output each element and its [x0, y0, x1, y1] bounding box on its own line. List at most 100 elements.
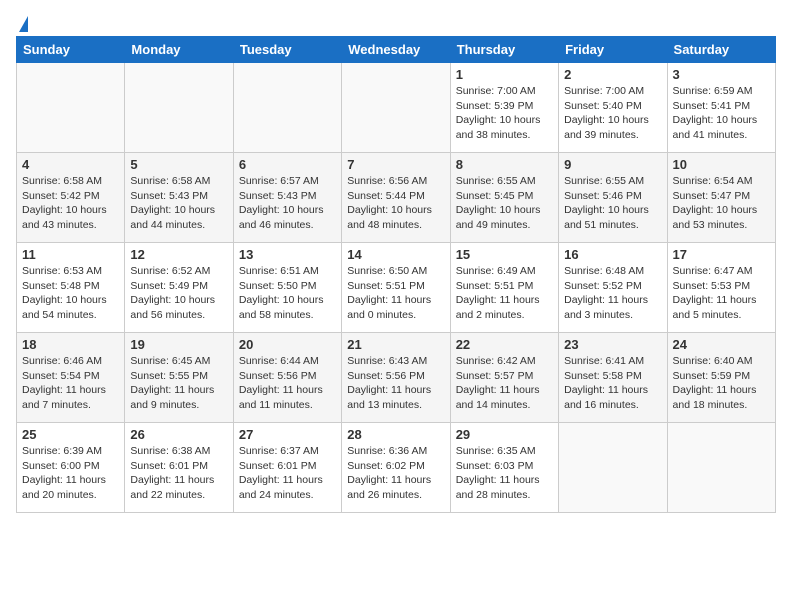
- day-number: 9: [564, 157, 661, 172]
- day-info: Sunrise: 7:00 AM Sunset: 5:40 PM Dayligh…: [564, 84, 661, 143]
- weekday-header: Thursday: [450, 37, 558, 63]
- day-info: Sunrise: 6:39 AM Sunset: 6:00 PM Dayligh…: [22, 444, 119, 503]
- day-number: 12: [130, 247, 227, 262]
- day-info: Sunrise: 6:51 AM Sunset: 5:50 PM Dayligh…: [239, 264, 336, 323]
- calendar-cell: 28 Sunrise: 6:36 AM Sunset: 6:02 PM Dayli…: [342, 423, 450, 513]
- calendar-week-row: 1 Sunrise: 7:00 AM Sunset: 5:39 PM Daylig…: [17, 63, 776, 153]
- calendar-cell: 17 Sunrise: 6:47 AM Sunset: 5:53 PM Dayli…: [667, 243, 775, 333]
- calendar-header-row: SundayMondayTuesdayWednesdayThursdayFrid…: [17, 37, 776, 63]
- day-number: 4: [22, 157, 119, 172]
- calendar-cell: 19 Sunrise: 6:45 AM Sunset: 5:55 PM Dayli…: [125, 333, 233, 423]
- weekday-header: Sunday: [17, 37, 125, 63]
- day-number: 6: [239, 157, 336, 172]
- calendar-cell: 11 Sunrise: 6:53 AM Sunset: 5:48 PM Dayli…: [17, 243, 125, 333]
- day-number: 29: [456, 427, 553, 442]
- day-number: 3: [673, 67, 770, 82]
- day-info: Sunrise: 6:35 AM Sunset: 6:03 PM Dayligh…: [456, 444, 553, 503]
- calendar-cell: 29 Sunrise: 6:35 AM Sunset: 6:03 PM Dayli…: [450, 423, 558, 513]
- day-info: Sunrise: 7:00 AM Sunset: 5:39 PM Dayligh…: [456, 84, 553, 143]
- calendar-week-row: 4 Sunrise: 6:58 AM Sunset: 5:42 PM Daylig…: [17, 153, 776, 243]
- day-info: Sunrise: 6:58 AM Sunset: 5:42 PM Dayligh…: [22, 174, 119, 233]
- day-info: Sunrise: 6:44 AM Sunset: 5:56 PM Dayligh…: [239, 354, 336, 413]
- day-info: Sunrise: 6:58 AM Sunset: 5:43 PM Dayligh…: [130, 174, 227, 233]
- day-info: Sunrise: 6:55 AM Sunset: 5:45 PM Dayligh…: [456, 174, 553, 233]
- day-number: 24: [673, 337, 770, 352]
- day-number: 10: [673, 157, 770, 172]
- calendar-week-row: 11 Sunrise: 6:53 AM Sunset: 5:48 PM Dayli…: [17, 243, 776, 333]
- calendar-table: SundayMondayTuesdayWednesdayThursdayFrid…: [16, 36, 776, 513]
- calendar-cell: 2 Sunrise: 7:00 AM Sunset: 5:40 PM Daylig…: [559, 63, 667, 153]
- calendar-cell: 8 Sunrise: 6:55 AM Sunset: 5:45 PM Daylig…: [450, 153, 558, 243]
- day-info: Sunrise: 6:37 AM Sunset: 6:01 PM Dayligh…: [239, 444, 336, 503]
- day-number: 14: [347, 247, 444, 262]
- day-info: Sunrise: 6:59 AM Sunset: 5:41 PM Dayligh…: [673, 84, 770, 143]
- calendar-cell: 24 Sunrise: 6:40 AM Sunset: 5:59 PM Dayli…: [667, 333, 775, 423]
- day-number: 26: [130, 427, 227, 442]
- day-number: 11: [22, 247, 119, 262]
- calendar-cell: 5 Sunrise: 6:58 AM Sunset: 5:43 PM Daylig…: [125, 153, 233, 243]
- calendar-cell: 23Sunrise: 6:41 AM Sunset: 5:58 PM Dayli…: [559, 333, 667, 423]
- day-number: 27: [239, 427, 336, 442]
- calendar-cell: 9Sunrise: 6:55 AM Sunset: 5:46 PM Daylig…: [559, 153, 667, 243]
- day-number: 28: [347, 427, 444, 442]
- day-info: Sunrise: 6:53 AM Sunset: 5:48 PM Dayligh…: [22, 264, 119, 323]
- calendar-cell: 14 Sunrise: 6:50 AM Sunset: 5:51 PM Dayli…: [342, 243, 450, 333]
- day-number: 15: [456, 247, 553, 262]
- calendar-cell: [125, 63, 233, 153]
- calendar-cell: [17, 63, 125, 153]
- day-info: Sunrise: 6:47 AM Sunset: 5:53 PM Dayligh…: [673, 264, 770, 323]
- day-number: 19: [130, 337, 227, 352]
- calendar-cell: 22 Sunrise: 6:42 AM Sunset: 5:57 PM Dayli…: [450, 333, 558, 423]
- calendar-cell: 4 Sunrise: 6:58 AM Sunset: 5:42 PM Daylig…: [17, 153, 125, 243]
- calendar-cell: 18 Sunrise: 6:46 AM Sunset: 5:54 PM Dayli…: [17, 333, 125, 423]
- calendar-cell: 12 Sunrise: 6:52 AM Sunset: 5:49 PM Dayli…: [125, 243, 233, 333]
- weekday-header: Saturday: [667, 37, 775, 63]
- calendar-cell: 1 Sunrise: 7:00 AM Sunset: 5:39 PM Daylig…: [450, 63, 558, 153]
- day-info: Sunrise: 6:43 AM Sunset: 5:56 PM Dayligh…: [347, 354, 444, 413]
- calendar-cell: [342, 63, 450, 153]
- day-info: Sunrise: 6:54 AM Sunset: 5:47 PM Dayligh…: [673, 174, 770, 233]
- calendar-cell: 26 Sunrise: 6:38 AM Sunset: 6:01 PM Dayli…: [125, 423, 233, 513]
- day-info: Sunrise: 6:50 AM Sunset: 5:51 PM Dayligh…: [347, 264, 444, 323]
- day-number: 21: [347, 337, 444, 352]
- day-number: 7: [347, 157, 444, 172]
- day-info: Sunrise: 6:45 AM Sunset: 5:55 PM Dayligh…: [130, 354, 227, 413]
- weekday-header: Tuesday: [233, 37, 341, 63]
- calendar-cell: 16 Sunrise: 6:48 AM Sunset: 5:52 PM Dayli…: [559, 243, 667, 333]
- calendar-cell: [559, 423, 667, 513]
- day-info: Sunrise: 6:38 AM Sunset: 6:01 PM Dayligh…: [130, 444, 227, 503]
- calendar-cell: 21 Sunrise: 6:43 AM Sunset: 5:56 PM Dayli…: [342, 333, 450, 423]
- day-info: Sunrise: 6:49 AM Sunset: 5:51 PM Dayligh…: [456, 264, 553, 323]
- day-number: 1: [456, 67, 553, 82]
- day-info: Sunrise: 6:40 AM Sunset: 5:59 PM Dayligh…: [673, 354, 770, 413]
- day-number: 16: [564, 247, 661, 262]
- calendar-cell: 15 Sunrise: 6:49 AM Sunset: 5:51 PM Dayli…: [450, 243, 558, 333]
- day-info: Sunrise: 6:52 AM Sunset: 5:49 PM Dayligh…: [130, 264, 227, 323]
- day-info: Sunrise: 6:46 AM Sunset: 5:54 PM Dayligh…: [22, 354, 119, 413]
- day-number: 20: [239, 337, 336, 352]
- weekday-header: Friday: [559, 37, 667, 63]
- day-number: 2: [564, 67, 661, 82]
- calendar-cell: 3 Sunrise: 6:59 AM Sunset: 5:41 PM Daylig…: [667, 63, 775, 153]
- day-number: 18: [22, 337, 119, 352]
- calendar-cell: 25Sunrise: 6:39 AM Sunset: 6:00 PM Dayli…: [17, 423, 125, 513]
- calendar-cell: [667, 423, 775, 513]
- day-number: 13: [239, 247, 336, 262]
- day-info: Sunrise: 6:42 AM Sunset: 5:57 PM Dayligh…: [456, 354, 553, 413]
- calendar-week-row: 25Sunrise: 6:39 AM Sunset: 6:00 PM Dayli…: [17, 423, 776, 513]
- calendar-cell: 10 Sunrise: 6:54 AM Sunset: 5:47 PM Dayli…: [667, 153, 775, 243]
- calendar-cell: [233, 63, 341, 153]
- day-number: 5: [130, 157, 227, 172]
- day-info: Sunrise: 6:57 AM Sunset: 5:43 PM Dayligh…: [239, 174, 336, 233]
- logo-triangle-icon: [19, 16, 28, 32]
- day-number: 22: [456, 337, 553, 352]
- day-info: Sunrise: 6:48 AM Sunset: 5:52 PM Dayligh…: [564, 264, 661, 323]
- logo: [16, 16, 28, 24]
- day-number: 17: [673, 247, 770, 262]
- calendar-cell: 6 Sunrise: 6:57 AM Sunset: 5:43 PM Daylig…: [233, 153, 341, 243]
- day-info: Sunrise: 6:56 AM Sunset: 5:44 PM Dayligh…: [347, 174, 444, 233]
- calendar-week-row: 18 Sunrise: 6:46 AM Sunset: 5:54 PM Dayli…: [17, 333, 776, 423]
- calendar-cell: 13 Sunrise: 6:51 AM Sunset: 5:50 PM Dayli…: [233, 243, 341, 333]
- day-info: Sunrise: 6:36 AM Sunset: 6:02 PM Dayligh…: [347, 444, 444, 503]
- day-number: 8: [456, 157, 553, 172]
